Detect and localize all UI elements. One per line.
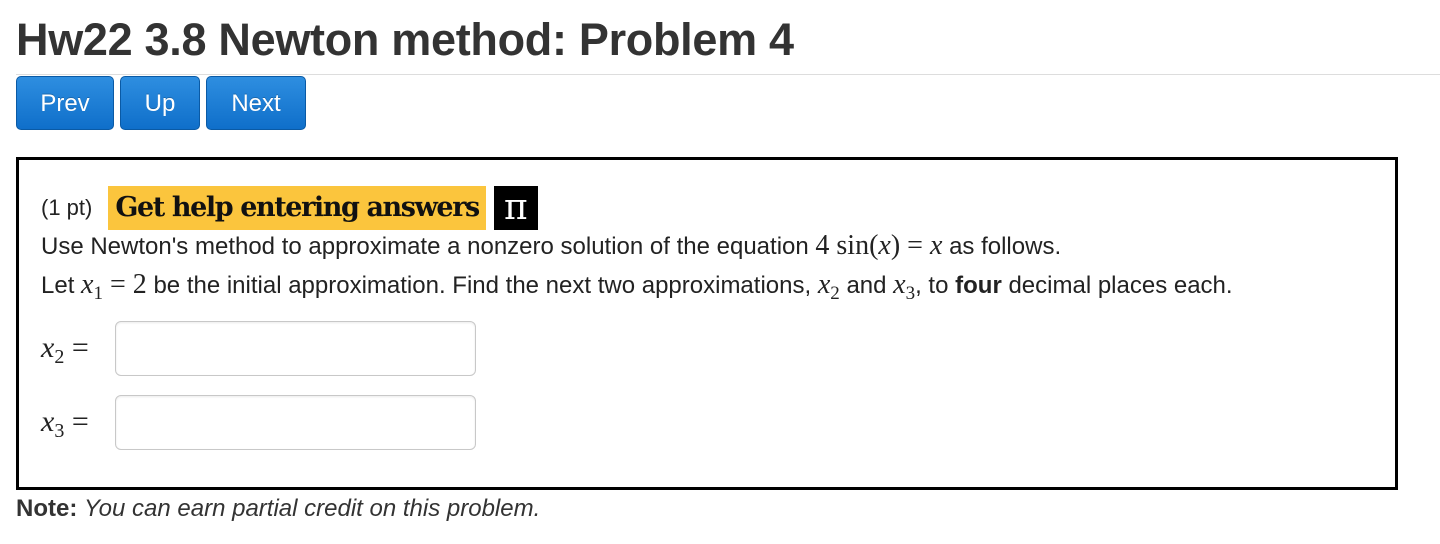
emphasis-text: four xyxy=(955,272,1002,299)
statement-text: Let xyxy=(41,272,75,299)
answer-input-x2[interactable] xyxy=(115,320,476,376)
answer-label-x3: x3 = xyxy=(41,405,89,442)
title-divider xyxy=(16,74,1440,75)
up-button[interactable]: Up xyxy=(120,76,200,130)
problem-statement-line-1: Use Newton's method to approximate a non… xyxy=(41,230,1061,262)
points-label: (1 pt) xyxy=(41,195,93,220)
problem-statement-line-2: Let x1 = 2 be the initial approximation.… xyxy=(41,269,1233,304)
statement-text: , to xyxy=(915,272,949,299)
page-title: Hw22 3.8 Newton method: Problem 4 xyxy=(16,14,794,65)
x2-math: x2 xyxy=(817,269,840,304)
answer-input-x3[interactable] xyxy=(115,394,476,450)
statement-text: decimal places each. xyxy=(1008,272,1233,299)
statement-text: be the initial approximation. Find the n… xyxy=(153,272,812,299)
answer-label-x2: x2 = xyxy=(41,331,89,368)
next-button[interactable]: Next xyxy=(206,76,306,130)
statement-text: Use Newton's method to approximate a non… xyxy=(41,233,809,260)
initial-value-math: x1 = 2 xyxy=(81,269,147,304)
statement-text: and xyxy=(846,272,887,299)
pi-icon[interactable]: π xyxy=(493,186,538,230)
prev-button[interactable]: Prev xyxy=(16,76,114,130)
equation: 4 sin(x) = x xyxy=(815,230,943,261)
problem-header: (1 pt) Get help entering answers π xyxy=(41,186,538,230)
x3-math: x3 xyxy=(893,269,916,304)
statement-text: as follows. xyxy=(949,233,1062,260)
answer-row-x3: x3 = xyxy=(41,394,476,450)
note-text: You can earn partial credit on this prob… xyxy=(84,495,541,522)
partial-credit-note: Note: You can earn partial credit on thi… xyxy=(16,495,540,523)
answer-row-x2: x2 = xyxy=(41,320,476,376)
note-label: Note: xyxy=(16,495,78,522)
problem-box: (1 pt) Get help entering answers π Use N… xyxy=(16,157,1398,490)
help-entering-answers-link[interactable]: Get help entering answers xyxy=(108,186,486,230)
